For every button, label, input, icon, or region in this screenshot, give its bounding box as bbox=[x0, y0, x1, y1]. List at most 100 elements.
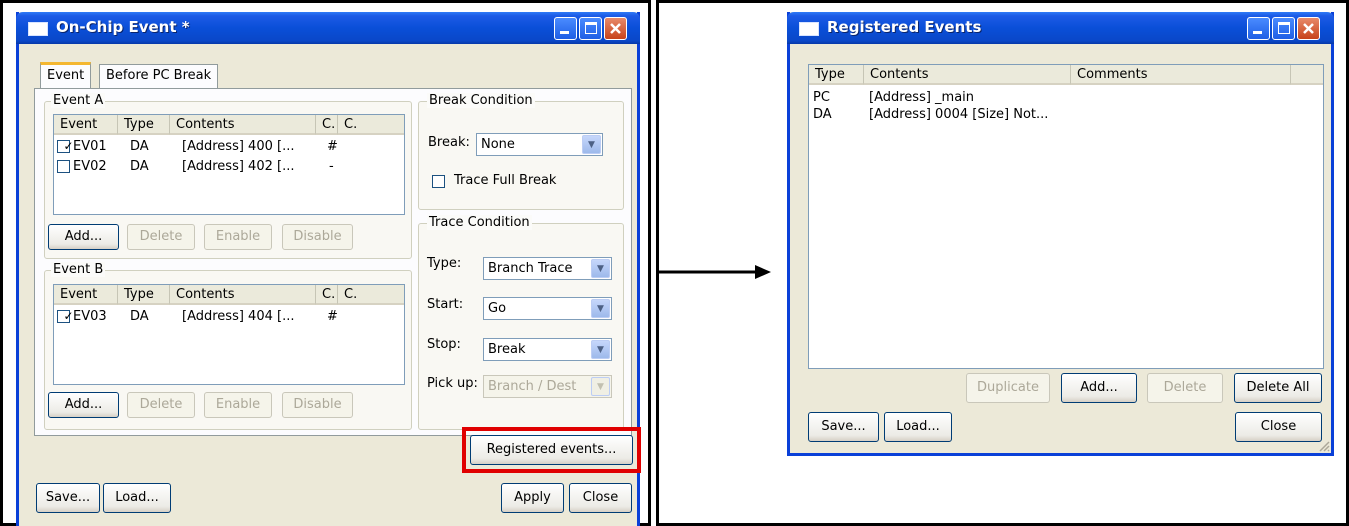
table-row[interactable]: DA [Address] 0004 [Size] Not... bbox=[809, 106, 1323, 124]
event-a-legend: Event A bbox=[51, 93, 106, 108]
stop-label: Stop: bbox=[427, 337, 461, 352]
row-checkbox[interactable]: ✓ bbox=[57, 310, 74, 323]
table-row[interactable]: EV02 DA [Address] 402 [... - bbox=[54, 157, 404, 177]
dropdown-arrow-icon[interactable]: ▼ bbox=[591, 299, 610, 318]
start-select[interactable]: Go ▼ bbox=[483, 297, 612, 320]
add-button[interactable]: Add... bbox=[1061, 373, 1137, 403]
row-type: DA bbox=[130, 139, 149, 154]
close-button[interactable]: Close bbox=[569, 483, 632, 513]
on-chip-event-window: On-Chip Event * Event Before PC Break Ev… bbox=[16, 12, 641, 526]
apply-button[interactable]: Apply bbox=[501, 483, 564, 513]
event-b-enable-button[interactable]: Enable bbox=[204, 392, 272, 418]
tab-event-label: Event bbox=[47, 68, 85, 83]
event-b-legend: Event B bbox=[51, 262, 106, 277]
save-button[interactable]: Save... bbox=[36, 483, 100, 513]
start-label: Start: bbox=[427, 297, 464, 312]
window-title: On-Chip Event * bbox=[56, 18, 190, 36]
close-icon bbox=[610, 23, 621, 34]
trace-condition-group: Trace Condition bbox=[418, 215, 624, 430]
row-contents: [Address] 404 [... bbox=[182, 309, 295, 324]
column-header-event[interactable]: Event bbox=[54, 115, 118, 135]
close-window-button[interactable] bbox=[604, 17, 627, 40]
load-button[interactable]: Load... bbox=[103, 483, 171, 513]
duplicate-button[interactable]: Duplicate bbox=[966, 373, 1050, 403]
close-window-button[interactable] bbox=[1297, 17, 1320, 40]
break-select-value: None bbox=[481, 137, 515, 152]
minimize-icon bbox=[560, 31, 569, 34]
break-label: Break: bbox=[428, 135, 470, 150]
event-b-delete-button[interactable]: Delete bbox=[127, 392, 195, 418]
trace-condition-legend: Trace Condition bbox=[427, 215, 532, 230]
save-button[interactable]: Save... bbox=[808, 412, 879, 442]
row-contents: [Address] 400 [... bbox=[182, 139, 295, 154]
minimize-button[interactable] bbox=[554, 17, 577, 40]
row-checkbox[interactable]: ✓ bbox=[57, 140, 74, 153]
minimize-button[interactable] bbox=[1247, 17, 1270, 40]
registered-events-list[interactable]: Type Contents Comments PC [Address] _mai… bbox=[808, 64, 1324, 369]
column-header-contents[interactable]: Contents bbox=[170, 285, 316, 305]
type-select[interactable]: Branch Trace ▼ bbox=[483, 257, 612, 280]
maximize-icon bbox=[1278, 22, 1290, 34]
event-b-disable-button[interactable]: Disable bbox=[282, 392, 353, 418]
arrow-right-icon bbox=[659, 265, 771, 279]
row-contents: [Address] 402 [... bbox=[182, 159, 295, 174]
column-header-contents[interactable]: Contents bbox=[864, 65, 1071, 85]
window-icon bbox=[799, 22, 819, 36]
column-header-c1[interactable]: C. bbox=[316, 115, 338, 135]
column-header-event[interactable]: Event bbox=[54, 285, 118, 305]
event-a-add-button[interactable]: Add... bbox=[48, 224, 119, 250]
maximize-icon bbox=[585, 22, 597, 34]
load-button[interactable]: Load... bbox=[884, 412, 952, 442]
event-b-add-button[interactable]: Add... bbox=[48, 392, 119, 418]
row-event: EV03 bbox=[73, 309, 107, 324]
pickup-select-value: Branch / Dest bbox=[488, 379, 577, 394]
maximize-button[interactable] bbox=[1272, 17, 1295, 40]
event-a-list[interactable]: Event Type Contents C. C. ✓ EV01 DA [Add… bbox=[53, 114, 405, 215]
dropdown-arrow-icon[interactable]: ▼ bbox=[582, 135, 601, 154]
column-header-comments[interactable]: Comments bbox=[1071, 65, 1291, 85]
title-bar[interactable]: Registered Events bbox=[787, 12, 1334, 44]
event-a-delete-button[interactable]: Delete bbox=[127, 224, 195, 250]
type-label: Type: bbox=[427, 256, 462, 271]
minimize-icon bbox=[1253, 31, 1262, 34]
column-header-type[interactable]: Type bbox=[118, 115, 170, 135]
column-header-c1[interactable]: C. bbox=[316, 285, 338, 305]
column-header-c2[interactable]: C. bbox=[338, 115, 404, 135]
delete-button[interactable]: Delete bbox=[1147, 373, 1223, 403]
tab-event[interactable]: Event bbox=[40, 62, 92, 88]
row-c: # bbox=[327, 139, 338, 154]
column-header-type[interactable]: Type bbox=[118, 285, 170, 305]
pickup-select[interactable]: Branch / Dest ▼ bbox=[483, 375, 612, 398]
column-header-type[interactable]: Type bbox=[809, 65, 864, 85]
break-select[interactable]: None ▼ bbox=[476, 133, 603, 156]
dropdown-arrow-icon[interactable]: ▼ bbox=[591, 340, 610, 359]
close-button[interactable]: Close bbox=[1235, 412, 1322, 442]
pickup-label: Pick up: bbox=[427, 376, 478, 391]
maximize-button[interactable] bbox=[579, 17, 602, 40]
registered-events-button[interactable]: Registered events... bbox=[470, 435, 633, 465]
table-row[interactable]: ✓ EV03 DA [Address] 404 [... # bbox=[54, 307, 404, 327]
column-header-c2[interactable]: C. bbox=[338, 285, 404, 305]
tab-before-pc-break[interactable]: Before PC Break bbox=[99, 64, 219, 88]
table-row[interactable]: ✓ EV01 DA [Address] 400 [... # bbox=[54, 137, 404, 157]
column-header-contents[interactable]: Contents bbox=[170, 115, 316, 135]
row-contents: [Address] 0004 [Size] Not... bbox=[869, 107, 1049, 122]
start-select-value: Go bbox=[488, 301, 507, 316]
delete-all-button[interactable]: Delete All bbox=[1234, 373, 1322, 403]
window-icon bbox=[28, 22, 48, 36]
event-b-list[interactable]: Event Type Contents C. C. ✓ EV03 DA [Add… bbox=[53, 284, 405, 385]
close-icon bbox=[1303, 23, 1314, 34]
dropdown-arrow-icon[interactable]: ▼ bbox=[591, 377, 610, 396]
trace-full-break-checkbox[interactable] bbox=[432, 175, 445, 188]
type-select-value: Branch Trace bbox=[488, 261, 573, 276]
dropdown-arrow-icon[interactable]: ▼ bbox=[591, 259, 610, 278]
title-bar[interactable]: On-Chip Event * bbox=[16, 12, 640, 44]
event-a-disable-button[interactable]: Disable bbox=[282, 224, 353, 250]
stop-select[interactable]: Break ▼ bbox=[483, 338, 612, 361]
column-header-filler bbox=[1291, 65, 1323, 85]
row-checkbox[interactable] bbox=[57, 160, 70, 173]
resize-grip-icon[interactable] bbox=[1318, 440, 1330, 452]
event-a-enable-button[interactable]: Enable bbox=[204, 224, 272, 250]
row-type: DA bbox=[130, 159, 149, 174]
table-row[interactable]: PC [Address] _main bbox=[809, 89, 1323, 107]
